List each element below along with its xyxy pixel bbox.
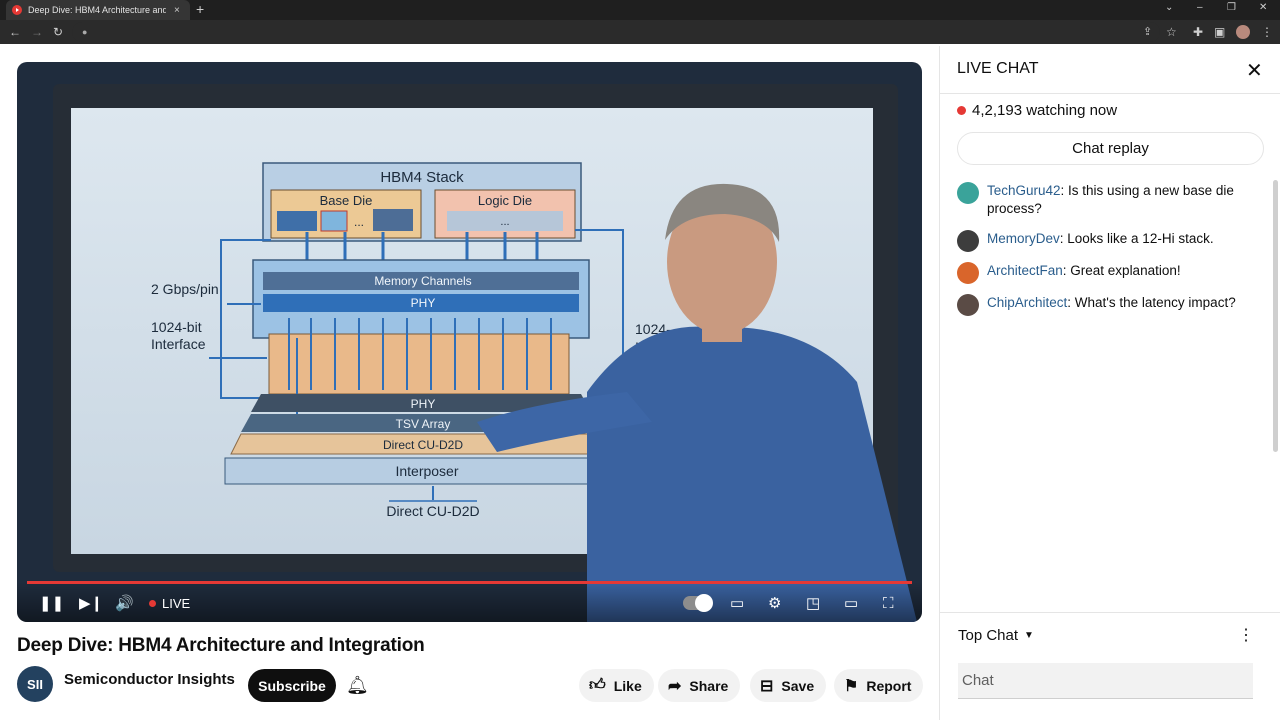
window-close-icon[interactable]: ✕	[1259, 2, 1267, 13]
top-chat-selector[interactable]: Top Chat ▼	[958, 627, 1034, 644]
extensions-icon[interactable]: ✚	[1193, 24, 1203, 40]
chat-header: LIVE CHAT ✕	[940, 46, 1280, 94]
like-button[interactable]: 👍︎ Like	[579, 669, 654, 702]
message-text: : Looks like a 12-Hi stack.	[1059, 231, 1214, 246]
share-page-icon[interactable]: ⇪	[1143, 24, 1152, 40]
chat-message: TechGuru42: Is this using a new base die…	[957, 182, 1257, 218]
direct-cu-d2d-bottom-label: Direct CU-D2D	[386, 503, 479, 519]
share-button[interactable]: ➦ Share	[658, 669, 741, 702]
video-title: Deep Dive: HBM4 Architecture and Integra…	[17, 635, 425, 656]
base-die-ellipsis: ...	[354, 215, 364, 229]
speed-label: 2 Gbps/pin	[151, 281, 219, 297]
save-label: Save	[781, 677, 815, 694]
save-button[interactable]: ⊟ Save	[750, 669, 827, 702]
message-author[interactable]: TechGuru42	[987, 183, 1061, 198]
chat-message: MemoryDev: Looks like a 12-Hi stack.	[957, 230, 1257, 252]
autoplay-toggle[interactable]	[683, 594, 713, 612]
like-icon: 👍︎	[589, 677, 606, 694]
user-avatar[interactable]	[957, 230, 979, 252]
next-icon[interactable]: ▶❙	[79, 596, 103, 612]
kebab-icon[interactable]: ⋮	[1238, 625, 1254, 645]
presenter-figure	[477, 183, 917, 622]
browser-tab[interactable]: Deep Dive: HBM4 Architecture and I ×	[6, 0, 190, 20]
interface-line2: Interface	[151, 336, 206, 352]
live-label: LIVE	[162, 596, 191, 611]
new-tab-button[interactable]: +	[196, 1, 204, 17]
message-author[interactable]: MemoryDev	[987, 231, 1060, 246]
minimize-icon[interactable]: –	[1197, 2, 1203, 13]
chat-footer: Top Chat ▼ ⋮	[940, 612, 1280, 720]
restore-icon[interactable]: ❐	[1227, 2, 1236, 13]
volume-icon[interactable]: 🔊	[115, 596, 134, 612]
chat-message: ArchitectFan: Great explanation!	[957, 262, 1257, 284]
save-icon: ⊟	[760, 677, 774, 695]
chat-message: ChipArchitect: What's the latency impact…	[957, 294, 1257, 316]
theater-icon[interactable]: ▭	[844, 596, 858, 612]
like-label: Like	[613, 677, 642, 694]
memory-channels-label: Memory Channels	[374, 274, 471, 288]
bookmark-star-icon[interactable]: ☆	[1166, 24, 1177, 40]
share-label: Share	[689, 677, 729, 694]
reload-icon[interactable]: ↻	[53, 24, 63, 40]
watching-text: 4,2,193 watching now	[972, 102, 1118, 119]
youtube-favicon-icon	[12, 5, 22, 15]
top-chat-label: Top Chat	[958, 627, 1019, 644]
user-avatar[interactable]	[957, 262, 979, 284]
side-panel-icon[interactable]: ▣	[1214, 24, 1225, 40]
subscribe-button[interactable]: Subscribe	[248, 669, 336, 702]
profile-avatar[interactable]	[1236, 25, 1250, 39]
message-author[interactable]: ArchitectFan	[987, 263, 1063, 278]
channel-name[interactable]: Semiconductor Insights	[64, 671, 235, 688]
phy-top-label: PHY	[411, 296, 436, 310]
live-indicator[interactable]: LIVE	[149, 596, 190, 611]
interposer-label: Interposer	[395, 463, 458, 479]
lock-icon: ●	[82, 27, 88, 37]
close-icon[interactable]: ✕	[1246, 58, 1263, 83]
live-dot	[957, 106, 966, 115]
chat-input[interactable]	[958, 663, 1253, 699]
share-icon: ➦	[668, 677, 682, 695]
message-text: : Great explanation!	[1062, 263, 1181, 278]
message-author[interactable]: ChipArchitect	[987, 295, 1067, 310]
interface-line1: 1024-bit	[151, 319, 202, 335]
stack-title: HBM4 Stack	[380, 169, 464, 186]
settings-icon[interactable]: ⚙	[768, 596, 781, 612]
report-label: Report	[866, 677, 912, 694]
video-player[interactable]: HBM4 Stack Base Die ... Logic Die ... Me…	[17, 62, 922, 622]
report-icon: ⚑	[844, 677, 859, 695]
tab-close-icon[interactable]: ×	[174, 5, 180, 16]
message-text: : What's the latency impact?	[1067, 295, 1236, 310]
chat-scrollbar[interactable]	[1273, 180, 1278, 452]
base-die-label: Base Die	[320, 193, 373, 208]
tab-title: Deep Dive: HBM4 Architecture and I	[28, 5, 166, 15]
tsv-array-label: TSV Array	[396, 417, 451, 431]
user-avatar[interactable]	[957, 182, 979, 204]
browser-menu-icon[interactable]: ⋮	[1261, 24, 1273, 40]
chat-replay-button[interactable]: Chat replay	[957, 132, 1264, 165]
pause-icon[interactable]: ❚❚	[39, 596, 64, 612]
channel-avatar[interactable]: SII	[17, 666, 53, 702]
watching-count: 4,2,193 watching now	[957, 102, 1117, 119]
chevron-down-icon: ▼	[1024, 630, 1034, 641]
phy-bottom-label: PHY	[411, 397, 436, 411]
miniplayer-icon[interactable]: ◳	[806, 596, 820, 612]
address-bar[interactable]: ●	[72, 22, 1160, 42]
tab-search-icon[interactable]: ⌄	[1165, 2, 1173, 13]
report-button[interactable]: ⚑ Report	[834, 669, 924, 702]
bell-icon[interactable]: 🔔︎	[346, 675, 369, 696]
fullscreen-icon[interactable]: ⛶	[883, 596, 894, 612]
browser-tab-bar: Deep Dive: HBM4 Architecture and I × + ⌄…	[0, 0, 1280, 20]
chat-title: LIVE CHAT	[957, 60, 1039, 77]
back-icon[interactable]: ←	[9, 24, 21, 40]
progress-bar[interactable]	[27, 581, 912, 584]
forward-icon[interactable]: →	[31, 24, 43, 40]
browser-toolbar: ← → ↻ ● ⇪ ☆ ✚ ▣ ⋮	[0, 20, 1280, 44]
user-avatar[interactable]	[957, 294, 979, 316]
direct-cu-d2d-label: Direct CU-D2D	[383, 438, 463, 452]
subtitles-icon[interactable]: ▭	[730, 596, 744, 612]
live-chat-panel: LIVE CHAT ✕ 4,2,193 watching now Chat re…	[939, 46, 1280, 720]
live-dot	[149, 600, 156, 607]
